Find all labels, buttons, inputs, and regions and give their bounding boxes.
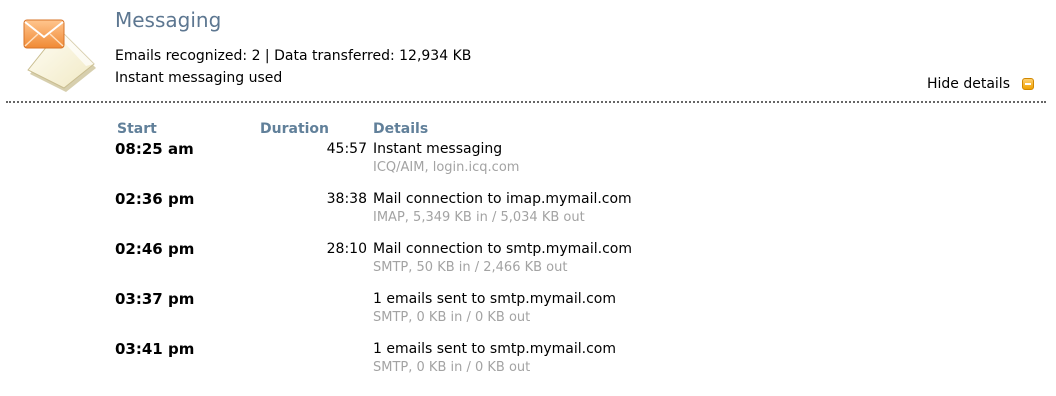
column-header-start: Start — [117, 121, 157, 137]
hide-details-toggle[interactable]: Hide details — [927, 74, 1034, 94]
summary-counts: Emails recognized: 2 | Data transferred:… — [115, 48, 472, 64]
minus-icon[interactable] — [1022, 78, 1034, 90]
table-row: 03:41 pm 1 emails sent to smtp.mymail.co… — [115, 339, 815, 389]
detail-subtext: IMAP, 5,349 KB in / 5,034 KB out — [373, 210, 585, 225]
start-time: 08:25 am — [115, 140, 194, 158]
detail-subtext: ICQ/AIM, login.icq.com — [373, 160, 520, 175]
column-header-duration: Duration — [260, 121, 330, 137]
hide-details-label[interactable]: Hide details — [927, 74, 1010, 94]
summary-im-status: Instant messaging used — [115, 70, 283, 86]
column-header-details: Details — [373, 121, 429, 137]
detail-text: Mail connection to smtp.mymail.com — [373, 241, 633, 257]
sessions-table: Start Duration Details 08:25 am 45:57 In… — [115, 119, 815, 389]
start-time: 02:36 pm — [115, 190, 195, 208]
table-row: 02:46 pm 28:10 Mail connection to smtp.m… — [115, 239, 815, 289]
duration: 38:38 — [326, 191, 367, 207]
divider — [6, 101, 1046, 103]
detail-text: Mail connection to imap.mymail.com — [373, 191, 632, 207]
start-time: 03:41 pm — [115, 340, 195, 358]
start-time: 02:46 pm — [115, 240, 195, 258]
table-row: 03:37 pm 1 emails sent to smtp.mymail.co… — [115, 289, 815, 339]
table-row: 08:25 am 45:57 Instant messaging ICQ/AIM… — [115, 139, 815, 189]
summary: Emails recognized: 2 | Data transferred:… — [115, 45, 471, 89]
detail-subtext: SMTP, 0 KB in / 0 KB out — [373, 360, 531, 375]
detail-subtext: SMTP, 50 KB in / 2,466 KB out — [373, 260, 568, 275]
detail-text: 1 emails sent to smtp.mymail.com — [373, 341, 616, 357]
detail-text: Instant messaging — [373, 141, 503, 157]
section-title: Messaging — [115, 8, 222, 32]
envelope-icon — [20, 12, 104, 96]
table-row: 02:36 pm 38:38 Mail connection to imap.m… — [115, 189, 815, 239]
start-time: 03:37 pm — [115, 290, 195, 308]
detail-text: 1 emails sent to smtp.mymail.com — [373, 291, 616, 307]
table-header: Start Duration Details — [115, 119, 815, 139]
duration: 45:57 — [326, 141, 367, 157]
duration: 28:10 — [326, 241, 367, 257]
detail-subtext: SMTP, 0 KB in / 0 KB out — [373, 310, 531, 325]
